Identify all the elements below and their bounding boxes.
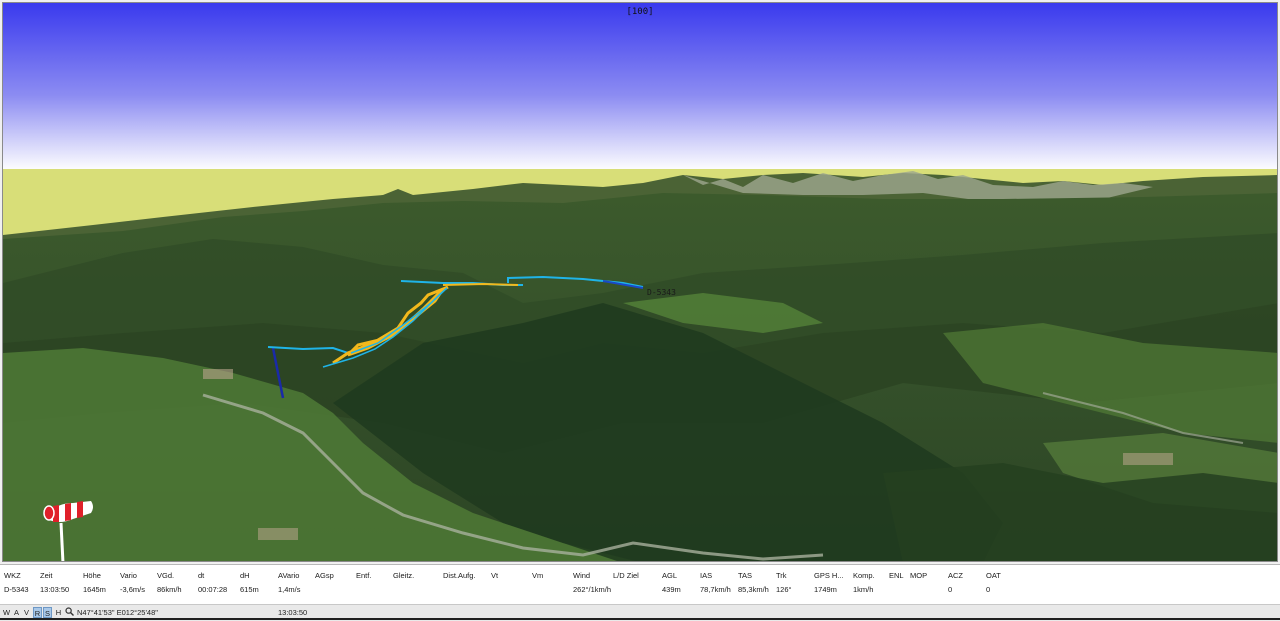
toolbar-button-a[interactable]: A [12,607,21,618]
toolbar-button-r[interactable]: R [33,607,42,618]
status-value: 126° [776,585,792,594]
status-header: dH [240,571,250,580]
status-value: 0 [948,585,953,594]
status-header: AVario [278,571,300,580]
status-header: Trk [776,571,787,580]
status-header: ACZ [948,571,963,580]
status-header: GPS H... [814,571,844,580]
status-value: 1km/h [853,585,874,594]
glider-label: D-5343 [647,288,676,297]
status-value: 262°/1km/h [573,585,612,594]
status-header: Vm [532,571,544,580]
status-header: Vt [491,571,499,580]
status-value: 86km/h [157,585,182,594]
status-header: Komp. [853,571,875,580]
status-header: Vario [120,571,137,580]
status-header: Dist.Aufg. [443,571,476,580]
toolbar-button-h[interactable]: H [54,607,63,618]
status-header: ENL [889,571,904,580]
status-value: 1645m [83,585,106,594]
status-header: dt [198,571,205,580]
cursor-coordinates: N47°41'53" E012°25'48" [77,608,158,617]
toolbar-button-w[interactable]: W [2,607,11,618]
status-header: Zeit [40,571,53,580]
sky [3,3,1277,171]
status-header: WKZ [4,571,21,580]
status-header: Höhe [83,571,101,580]
status-value: 1749m [814,585,837,594]
terrain-scene[interactable]: D-5343 [3,3,1278,562]
status-header: AGL [662,571,678,580]
status-value: 85,3km/h [738,585,769,594]
status-value: 13:03:50 [40,585,70,594]
toolbar-button-s[interactable]: S [43,607,52,618]
status-header: Gleitz. [393,571,415,580]
track-cruise-yellow [442,282,519,286]
status-value: 615m [240,585,259,594]
status-value: 439m [662,585,681,594]
3d-terrain-view[interactable]: D-5343 [100] [2,2,1278,562]
status-value: 0 [986,585,991,594]
status-header: Entf. [356,571,372,580]
flight-status-table: WKZ D-5343 Zeit 13:03:50 Höhe 1645m Vario -3,6m… [0,564,1280,605]
status-header: IAS [700,571,713,580]
status-header: OAT [986,571,1001,580]
status-header: L/D Ziel [613,571,639,580]
status-value: -3,6m/s [120,585,146,594]
status-header: VGd. [157,571,175,580]
search-icon[interactable] [64,607,74,618]
zoom-level: [100] [626,7,654,17]
status-header: MOP [910,571,928,580]
status-value: 00:07:28 [198,585,228,594]
status-value: 78,7km/h [700,585,731,594]
status-value: D-5343 [4,585,29,594]
status-value: 1,4m/s [278,585,301,594]
status-header: AGsp [315,571,334,580]
status-header: Wind [573,571,591,580]
toolbar-button-v[interactable]: V [22,607,31,618]
status-header: TAS [738,571,753,580]
toolbar-time: 13:03:50 [278,608,308,617]
